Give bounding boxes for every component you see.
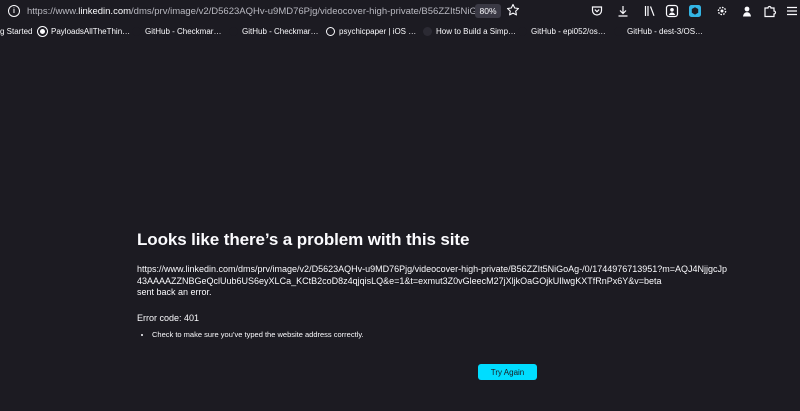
error-code: Error code: 401: [137, 312, 200, 323]
try-again-button[interactable]: Try Again: [478, 364, 537, 380]
ninja-extension-icon[interactable]: [740, 4, 754, 18]
bookmark-label: How to Build a Simp…: [436, 27, 517, 36]
hint-item: Check to make sure you’ve typed the webs…: [152, 330, 737, 339]
bookmark-label: GitHub - Checkmar…: [242, 27, 319, 36]
download-icon[interactable]: [616, 4, 630, 18]
github-icon: [38, 27, 47, 36]
bookmark-label: g Started: [0, 27, 33, 36]
error-page: Looks like there’s a problem with this s…: [137, 230, 737, 339]
page-title: Looks like there’s a problem with this s…: [137, 230, 470, 249]
bookmark-label: psychicpaper | iOS …: [339, 27, 417, 36]
extension-icon[interactable]: [688, 4, 702, 18]
github-icon: [132, 27, 141, 36]
bookmark-item[interactable]: GitHub - Checkmar…: [229, 27, 318, 36]
github-icon: [614, 27, 623, 36]
globe-icon: [326, 27, 335, 36]
bookmark-label: GitHub - Checkmar…: [145, 27, 222, 36]
bookmark-label: GitHub - epi052/os…: [531, 27, 606, 36]
bookmarks-bar: g Started PayloadsAllTheThin… GitHub - C…: [0, 24, 800, 42]
github-icon: [229, 27, 238, 36]
error-description: https://www.linkedin.com/dms/prv/image/v…: [137, 264, 729, 299]
pocket-icon[interactable]: [590, 4, 604, 18]
bookmark-item[interactable]: GitHub - epi052/os…: [518, 27, 606, 36]
bookmark-item[interactable]: g Started: [0, 27, 32, 36]
extensions-puzzle-icon[interactable]: [763, 4, 777, 18]
zoom-badge[interactable]: 80%: [475, 4, 501, 18]
bookmark-item[interactable]: PayloadsAllTheThin…: [38, 27, 130, 36]
toolbar: i https://www.linkedin.com/dms/prv/image…: [0, 0, 800, 22]
site-icon: [423, 27, 432, 36]
bookmark-item[interactable]: GitHub - Checkmar…: [132, 27, 221, 36]
bookmark-label: PayloadsAllTheThin…: [51, 27, 131, 36]
gear-icon[interactable]: [715, 4, 729, 18]
bookmark-label: GitHub - dest-3/OS…: [627, 27, 704, 36]
url-text[interactable]: https://www.linkedin.com/dms/prv/image/v…: [27, 6, 477, 17]
url-bar[interactable]: i https://www.linkedin.com/dms/prv/image…: [4, 2, 526, 20]
menu-icon[interactable]: [785, 4, 799, 18]
library-icon[interactable]: [643, 4, 657, 18]
bookmark-star-icon[interactable]: [506, 3, 520, 17]
error-sent-back: sent back an error.: [137, 287, 212, 297]
info-icon[interactable]: i: [8, 5, 20, 17]
bookmark-item[interactable]: GitHub - dest-3/OS…: [614, 27, 703, 36]
account-icon[interactable]: [665, 4, 679, 18]
bookmark-item[interactable]: psychicpaper | iOS …: [326, 27, 416, 36]
hint-list: Check to make sure you’ve typed the webs…: [137, 330, 737, 339]
bookmark-item[interactable]: How to Build a Simp…: [423, 27, 516, 36]
error-url: https://www.linkedin.com/dms/prv/image/v…: [137, 264, 728, 286]
github-icon: [518, 27, 527, 36]
